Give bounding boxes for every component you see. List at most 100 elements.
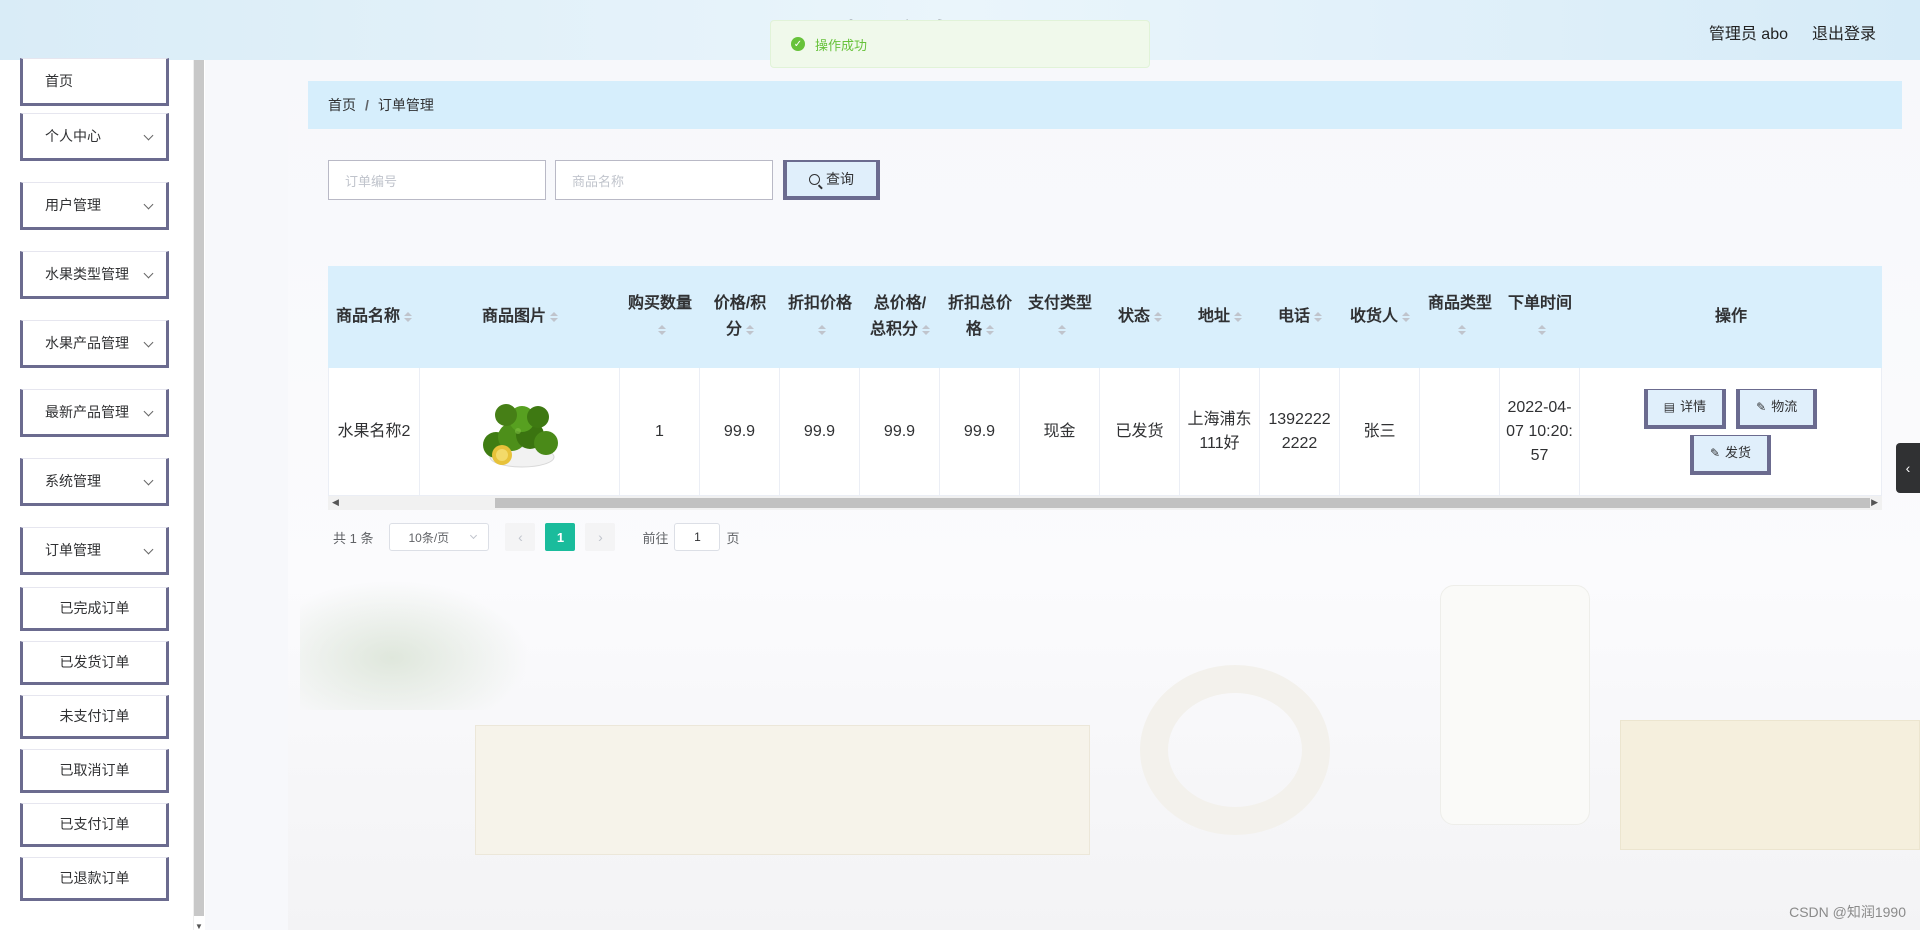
collapse-panel-button[interactable]: ‹ xyxy=(1896,443,1920,493)
sort-icon[interactable] xyxy=(986,324,994,336)
product-name-placeholder: 商品名称 xyxy=(572,173,625,189)
chevron-right-icon: › xyxy=(598,529,603,545)
sidebar-item-home[interactable]: 首页 xyxy=(20,58,169,106)
sidebar-item-fruit-products[interactable]: 水果产品管理 xyxy=(20,320,169,368)
edit-icon: ✎ xyxy=(1756,400,1767,414)
column-header-label: 收货人 xyxy=(1349,308,1398,325)
next-page-button[interactable]: › xyxy=(585,523,616,551)
column-header-label: 地址 xyxy=(1197,308,1230,325)
column-header[interactable]: 下单时间 xyxy=(1500,266,1580,368)
column-header[interactable]: 收货人 xyxy=(1340,266,1420,368)
scroll-right-arrow-icon[interactable]: ▶ xyxy=(1871,497,1878,508)
sidebar-item-label: 水果产品管理 xyxy=(45,335,129,351)
column-header[interactable]: 支付类型 xyxy=(1020,266,1100,368)
sidebar-item-label: 水果类型管理 xyxy=(45,266,129,282)
table-scrollbar-thumb[interactable] xyxy=(495,498,1870,508)
column-header-label: 折扣价格 xyxy=(787,295,852,312)
sidebar-item-new-products[interactable]: 最新产品管理 xyxy=(20,389,169,437)
sidebar-scrollbar-thumb[interactable] xyxy=(194,60,204,916)
product-image xyxy=(482,403,558,467)
sidebar-subitem-label: 已取消订单 xyxy=(59,762,130,778)
pagination-total: 共 1 条 xyxy=(333,530,374,546)
sidebar-item-label: 用户管理 xyxy=(45,197,101,213)
cell-product-image xyxy=(420,368,620,496)
sort-icon[interactable] xyxy=(1154,311,1162,323)
cell-phone: 13922222222 xyxy=(1260,368,1340,496)
sidebar-subitem-cancelled[interactable]: 已取消订单 xyxy=(20,749,169,793)
goto-label: 前往 xyxy=(642,530,669,546)
column-header[interactable]: 电话 xyxy=(1260,266,1340,368)
cell-price: 99.9 xyxy=(700,368,780,496)
column-header[interactable]: 地址 xyxy=(1180,266,1260,368)
column-header[interactable]: 总价格/总积分 xyxy=(860,266,940,368)
breadcrumb-home[interactable]: 首页 xyxy=(328,95,356,115)
sort-icon[interactable] xyxy=(550,311,558,323)
column-header[interactable]: 折扣价格 xyxy=(780,266,860,368)
sidebar-item-fruit-types[interactable]: 水果类型管理 xyxy=(20,251,169,299)
order-number-placeholder: 订单编号 xyxy=(345,173,398,189)
cell-address: 上海浦东111好 xyxy=(1180,368,1260,496)
sidebar-item-label: 系统管理 xyxy=(45,473,101,489)
table-horizontal-scrollbar[interactable]: ◀ ▶ xyxy=(328,496,1882,510)
sidebar-item-users[interactable]: 用户管理 xyxy=(20,182,169,230)
sort-icon[interactable] xyxy=(818,324,826,336)
sort-icon[interactable] xyxy=(1058,324,1066,336)
goto-page-input[interactable]: 1 xyxy=(674,523,721,551)
sidebar-subitem-completed[interactable]: 已完成订单 xyxy=(20,587,169,631)
sort-icon[interactable] xyxy=(404,311,412,323)
column-header-label: 购买数量 xyxy=(627,295,692,312)
page-size-select[interactable]: 10条/页 xyxy=(389,523,490,551)
sort-icon[interactable] xyxy=(658,324,666,336)
sidebar-item-system[interactable]: 系统管理 xyxy=(20,458,169,506)
order-number-input[interactable]: 订单编号 xyxy=(328,160,546,200)
toast-message: 操作成功 xyxy=(815,37,868,53)
sort-icon[interactable] xyxy=(1458,324,1466,336)
sidebar-item-orders[interactable]: 订单管理 xyxy=(20,527,169,575)
search-button[interactable]: 查询 xyxy=(783,160,880,200)
sidebar-item-profile[interactable]: 个人中心 xyxy=(20,113,169,161)
logout-link[interactable]: 退出登录 xyxy=(1812,20,1876,44)
scroll-left-arrow-icon[interactable]: ◀ xyxy=(332,497,339,508)
column-header[interactable]: 商品类型 xyxy=(1420,266,1500,368)
pagination: 共 1 条 10条/页 ‹ 1 › 前往 1 页 xyxy=(333,522,740,552)
sort-icon[interactable] xyxy=(1402,311,1410,323)
background-cylinder-decoration xyxy=(1440,585,1590,825)
cell-total: 99.9 xyxy=(860,368,940,496)
product-name-input[interactable]: 商品名称 xyxy=(555,160,773,200)
column-header[interactable]: 购买数量 xyxy=(620,266,700,368)
prev-page-button[interactable]: ‹ xyxy=(505,523,536,551)
chevron-down-icon xyxy=(143,337,154,348)
sort-icon[interactable] xyxy=(1314,311,1322,323)
sidebar-subitem-paid[interactable]: 已支付订单 xyxy=(20,803,169,847)
sidebar-subitem-refunded[interactable]: 已退款订单 xyxy=(20,857,169,901)
sidebar-subitem-unpaid[interactable]: 未支付订单 xyxy=(20,695,169,739)
sidebar-subitem-shipped[interactable]: 已发货订单 xyxy=(20,641,169,685)
column-header[interactable]: 折扣总价格 xyxy=(940,266,1020,368)
cell-actions: ▤ 详情 ✎ 物流 ✎ 发货 xyxy=(1580,368,1882,496)
sort-icon[interactable] xyxy=(1538,324,1546,336)
page-size-value: 10条/页 xyxy=(408,530,450,545)
sidebar: 首页 个人中心 用户管理 水果类型管理 水果产品管理 最新产品管理 系统管理 订… xyxy=(0,58,205,930)
sidebar-subitem-label: 未支付订单 xyxy=(59,708,130,724)
column-header[interactable]: 商品图片 xyxy=(420,266,620,368)
column-header-label: 总价格/总积分 xyxy=(869,295,927,338)
background-box-decoration xyxy=(475,725,1090,855)
cell-discount-total: 99.9 xyxy=(940,368,1020,496)
scroll-down-arrow-icon[interactable]: ▼ xyxy=(195,922,203,930)
page-number-button[interactable]: 1 xyxy=(545,523,576,551)
ship-button[interactable]: ✎ 发货 xyxy=(1689,434,1772,475)
sort-icon[interactable] xyxy=(746,324,754,336)
cell-pay-type: 现金 xyxy=(1020,368,1100,496)
edit-icon: ✎ xyxy=(1709,446,1721,460)
column-header[interactable]: 状态 xyxy=(1100,266,1180,368)
column-header[interactable]: 价格/积分 xyxy=(700,266,780,368)
cell-product-type xyxy=(1420,368,1500,496)
chevron-down-icon xyxy=(143,544,154,555)
column-header[interactable]: 商品名称 xyxy=(328,266,420,368)
table-header: 商品名称 商品图片 购买数量 价格/积分 折扣价格 总价格/总积分 折扣总价格 … xyxy=(328,266,1882,368)
logistics-button[interactable]: ✎ 物流 xyxy=(1736,388,1818,429)
sort-icon[interactable] xyxy=(1234,311,1242,323)
detail-button[interactable]: ▤ 详情 xyxy=(1643,388,1727,429)
sort-icon[interactable] xyxy=(922,324,930,336)
sidebar-subitem-label: 已支付订单 xyxy=(59,816,130,832)
